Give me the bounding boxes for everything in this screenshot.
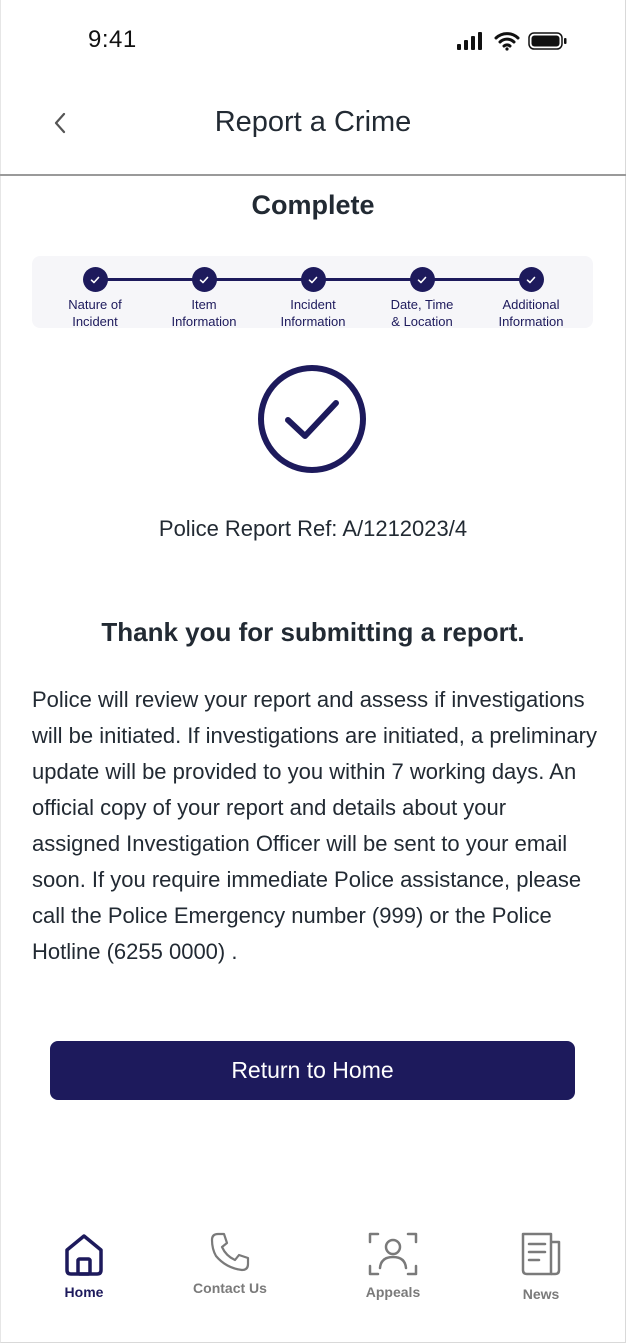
tab-appeals[interactable]: Appeals [333, 1230, 453, 1300]
battery-icon [528, 32, 567, 50]
step-label: Additional Information [498, 297, 564, 329]
step-complete-check-icon [191, 267, 217, 292]
status-time: 9:41 [88, 26, 137, 53]
navigation-bar: Report a Crime [0, 90, 626, 176]
step-date-time-location: Date, Time & Location [367, 267, 477, 330]
cellular-signal-icon [457, 32, 482, 50]
step-item-information: Item Information [149, 267, 259, 330]
progress-stepper: Nature of Incident Item Information Inci… [32, 256, 593, 330]
status-bar: 9:41 [0, 0, 626, 80]
report-reference: Police Report Ref: A/1212023/4 [158, 516, 468, 541]
step-label: Item Information [171, 297, 237, 329]
person-scan-icon [368, 1232, 418, 1276]
tab-label: Contact Us [193, 1280, 267, 1296]
wifi-icon [494, 32, 520, 51]
step-label: Incident Information [280, 297, 346, 329]
page-title: Report a Crime [214, 106, 412, 138]
step-label: Date, Time & Location [390, 297, 454, 329]
step-complete-check-icon [82, 267, 108, 292]
bottom-tab-bar: Home Contact Us Appeals News [0, 1230, 626, 1330]
tab-label: Home [64, 1284, 104, 1300]
confirmation-heading: Thank you for submitting a report. [101, 617, 525, 647]
return-home-button[interactable]: Return to Home [50, 1041, 575, 1100]
success-check-icon [258, 365, 366, 473]
step-complete-check-icon [300, 267, 326, 292]
step-complete-check-icon [409, 267, 435, 292]
phone-icon [210, 1232, 250, 1272]
status-icons [456, 31, 568, 51]
step-title: Complete [251, 190, 375, 220]
newspaper-icon [521, 1232, 561, 1276]
tab-home[interactable]: Home [24, 1230, 144, 1300]
tab-contact-us[interactable]: Contact Us [170, 1230, 290, 1296]
step-label: Nature of Incident [68, 297, 122, 329]
home-icon [65, 1234, 103, 1276]
step-incident-information: Incident Information [258, 267, 368, 330]
tab-label: Appeals [365, 1284, 421, 1300]
step-nature-of-incident: Nature of Incident [40, 267, 150, 330]
step-additional-information: Additional Information [476, 267, 586, 330]
confirmation-message: Police will review your report and asses… [32, 687, 597, 964]
tab-label: News [522, 1286, 560, 1302]
tab-news[interactable]: News [481, 1230, 601, 1302]
step-complete-check-icon [518, 267, 544, 292]
